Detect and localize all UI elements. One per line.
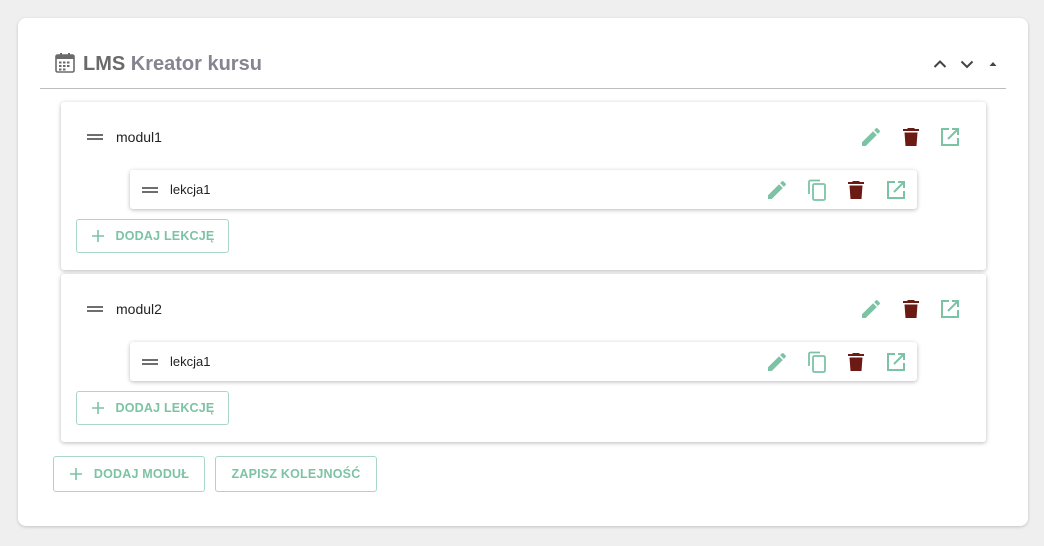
- drag-handle-icon[interactable]: [142, 186, 158, 194]
- open-external-icon[interactable]: [938, 297, 962, 321]
- add-lesson-button[interactable]: DODAJ LEKCJĘ: [76, 391, 229, 425]
- module-name: modul2: [116, 301, 162, 317]
- title-prefix: LMS: [83, 53, 126, 75]
- open-external-icon[interactable]: [884, 350, 908, 374]
- chevron-down-icon[interactable]: [959, 56, 975, 72]
- page-title: LMS Kreator kursu: [83, 53, 262, 75]
- plus-icon: [91, 401, 105, 415]
- add-lesson-button[interactable]: DODAJ LEKCJĘ: [76, 219, 229, 253]
- add-lesson-label: DODAJ LEKCJĘ: [115, 229, 215, 243]
- add-module-label: DODAJ MODUŁ: [93, 467, 190, 481]
- plus-icon: [91, 229, 105, 243]
- module-name: modul1: [116, 129, 162, 145]
- header-divider: [40, 88, 1006, 89]
- chevron-up-icon[interactable]: [932, 56, 948, 72]
- module-card: modul2 lekcja1 DODAJ LEKCJĘ: [61, 274, 986, 442]
- delete-trash-icon[interactable]: [899, 125, 923, 149]
- calendar-icon: [55, 53, 75, 73]
- collapse-triangle-icon[interactable]: [985, 56, 1001, 72]
- delete-trash-icon[interactable]: [844, 350, 868, 374]
- edit-pencil-icon[interactable]: [765, 178, 789, 202]
- edit-pencil-icon[interactable]: [859, 125, 883, 149]
- drag-handle-icon[interactable]: [87, 305, 103, 313]
- plus-icon: [69, 467, 83, 481]
- drag-handle-icon[interactable]: [142, 358, 158, 366]
- open-external-icon[interactable]: [938, 125, 962, 149]
- lesson-name: lekcja1: [170, 354, 211, 369]
- save-order-button[interactable]: ZAPISZ KOLEJNOŚĆ: [215, 456, 377, 492]
- module-card: modul1 lekcja1 DODAJ LEKCJĘ: [61, 102, 986, 270]
- edit-pencil-icon[interactable]: [765, 350, 789, 374]
- copy-icon[interactable]: [805, 178, 829, 202]
- edit-pencil-icon[interactable]: [859, 297, 883, 321]
- delete-trash-icon[interactable]: [844, 178, 868, 202]
- copy-icon[interactable]: [805, 350, 829, 374]
- add-lesson-label: DODAJ LEKCJĘ: [115, 401, 215, 415]
- lesson-card: lekcja1: [130, 170, 917, 209]
- add-module-button[interactable]: DODAJ MODUŁ: [53, 456, 205, 492]
- title-text: Kreator kursu: [130, 53, 262, 75]
- drag-handle-icon[interactable]: [87, 133, 103, 141]
- open-external-icon[interactable]: [884, 178, 908, 202]
- lesson-card: lekcja1: [130, 342, 917, 381]
- delete-trash-icon[interactable]: [899, 297, 923, 321]
- lesson-name: lekcja1: [170, 182, 211, 197]
- course-builder-card: LMS Kreator kursu modul1 lekcja1 DODAJ L…: [18, 18, 1028, 526]
- save-order-label: ZAPISZ KOLEJNOŚĆ: [231, 467, 361, 481]
- card-header: LMS Kreator kursu: [18, 18, 1028, 90]
